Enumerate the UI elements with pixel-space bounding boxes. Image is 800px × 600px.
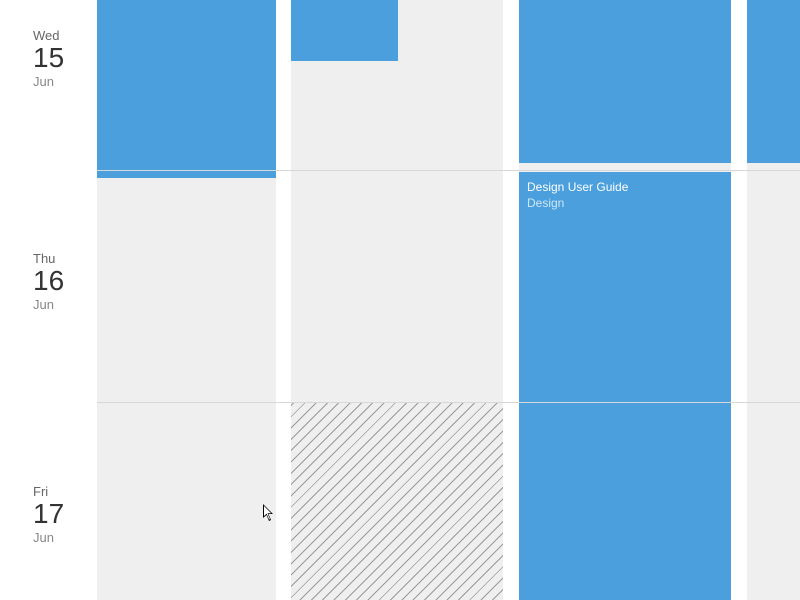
- calendar-event[interactable]: [747, 0, 800, 163]
- day-number: 15: [33, 44, 97, 72]
- day-number: 16: [33, 267, 97, 295]
- month-label: Jun: [33, 74, 97, 89]
- day-divider: [0, 402, 800, 403]
- weekday-label: Fri: [33, 484, 97, 499]
- date-cell: Thu 16 Jun: [0, 170, 97, 402]
- cursor-icon: [262, 504, 276, 522]
- month-label: Jun: [33, 297, 97, 312]
- month-label: Jun: [33, 530, 97, 545]
- non-working-block: [291, 402, 503, 600]
- calendar-event[interactable]: Design User Guide Design: [519, 172, 731, 600]
- resource-calendar[interactable]: Design User Guide Design Wed 15 Jun Thu …: [0, 0, 800, 600]
- day-number: 17: [33, 500, 97, 528]
- calendar-event[interactable]: [291, 0, 398, 61]
- date-cell: Wed 15 Jun: [0, 0, 97, 170]
- date-column: Wed 15 Jun Thu 16 Jun Fri 17 Jun: [0, 0, 97, 600]
- date-cell: Fri 17 Jun: [0, 402, 97, 600]
- day-divider: [0, 170, 800, 171]
- weekday-label: Wed: [33, 28, 97, 43]
- calendar-event[interactable]: [519, 0, 731, 163]
- weekday-label: Thu: [33, 251, 97, 266]
- event-subtitle: Design: [527, 195, 723, 211]
- event-title: Design User Guide: [527, 179, 723, 195]
- calendar-event[interactable]: [97, 0, 276, 178]
